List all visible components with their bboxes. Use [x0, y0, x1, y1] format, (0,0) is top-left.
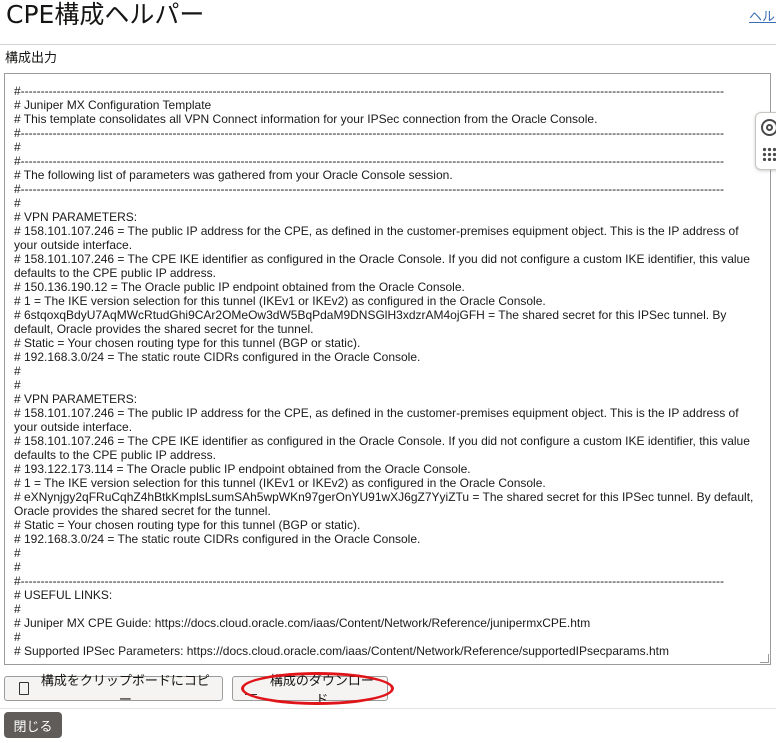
help-link[interactable]: ヘルプ: [749, 6, 776, 25]
app-grid-icon[interactable]: [762, 147, 776, 161]
download-icon: [245, 683, 257, 695]
download-config-button[interactable]: 構成のダウンロード: [232, 674, 388, 708]
config-output-textarea[interactable]: #---------------------------------------…: [4, 73, 771, 665]
section-label: 構成出力: [5, 51, 58, 66]
title-divider: [0, 44, 776, 45]
side-help-widget[interactable]: [755, 112, 776, 170]
clipboard-icon: [19, 682, 29, 695]
config-output-text: #---------------------------------------…: [14, 84, 754, 658]
copy-to-clipboard-button[interactable]: 構成をクリップボードにコピー: [4, 674, 223, 708]
copy-button-label: 構成をクリップボードにコピー: [40, 673, 210, 708]
help-lifebuoy-icon[interactable]: [761, 119, 776, 136]
footer-divider: [0, 708, 776, 709]
page-title: CPE構成ヘルパー: [6, 0, 205, 29]
close-button[interactable]: 閉じる: [4, 712, 62, 738]
download-button-label: 構成のダウンロード: [269, 673, 374, 708]
resize-handle[interactable]: [760, 654, 769, 663]
